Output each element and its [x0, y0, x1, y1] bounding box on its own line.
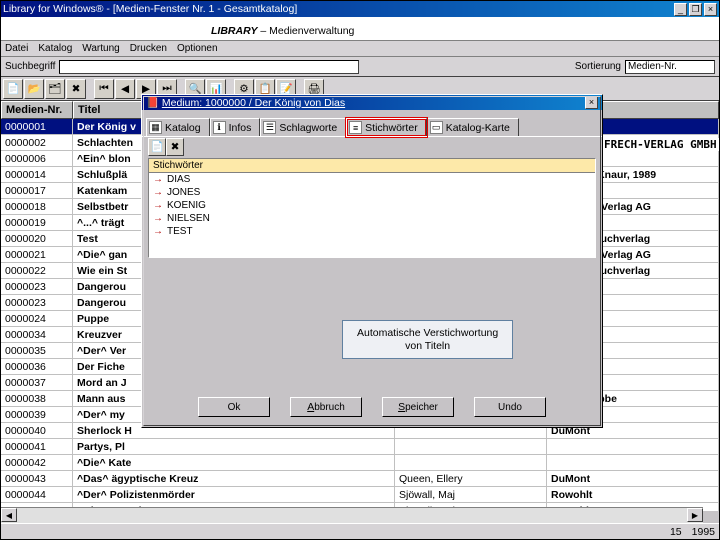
medium-dialog: 📕 Medium: 1000000 / Der König von Dias ×…	[141, 94, 603, 428]
table-row[interactable]: 0000041Partys, Pl	[1, 439, 719, 455]
statusbar: 15 1995	[1, 523, 719, 539]
col-medien-nr[interactable]: Medien-Nr.	[1, 101, 73, 119]
menu-datei[interactable]: Datei	[5, 43, 28, 54]
callout-line2: von Titeln	[357, 340, 498, 353]
menubar: Datei Katalog Wartung Drucken Optionen	[1, 41, 719, 57]
scroll-left-icon[interactable]: ◀	[1, 508, 17, 522]
tab-stichwoerter[interactable]: ≡Stichwörter	[346, 118, 427, 136]
titlebar: Library for Windows® - [Medien-Fenster N…	[1, 1, 719, 17]
keyword-item[interactable]: JONES	[149, 186, 595, 199]
first-icon[interactable]: ⏮	[94, 79, 114, 99]
table-row[interactable]: 0000044^Der^ PolizistenmörderSjöwall, Ma…	[1, 487, 719, 503]
keywords-list[interactable]: DIASJONESKOENIGNIELSENTEST	[149, 173, 595, 238]
app-window: Library for Windows® - [Medien-Fenster N…	[0, 0, 720, 540]
keyword-item[interactable]: TEST	[149, 225, 595, 238]
window-title: Library for Windows® - [Medien-Fenster N…	[3, 3, 297, 15]
tab-katalogkarte[interactable]: ▭Katalog-Karte	[427, 118, 519, 136]
abbruch-button[interactable]: Abbruch	[290, 397, 362, 417]
dialog-close-button[interactable]: ×	[585, 96, 598, 109]
sort-field[interactable]	[625, 60, 715, 74]
dialog-title-bar[interactable]: 📕 Medium: 1000000 / Der König von Dias ×	[142, 95, 602, 110]
card-icon[interactable]: 🗂	[45, 79, 65, 99]
table-row[interactable]: 0000043^Das^ ägyptische KreuzQueen, Elle…	[1, 471, 719, 487]
delete-icon[interactable]: ✖	[66, 79, 86, 99]
search-row: Suchbegriff Sortierung	[1, 57, 719, 77]
close-button[interactable]: ×	[704, 3, 717, 16]
callout: Automatische Verstichwortung von Titeln	[342, 320, 513, 359]
dialog-tabs: ▦Katalog ℹInfos ☰Schlagworte ≡Stichwörte…	[142, 114, 602, 136]
h-scrollbar[interactable]: ◀ ▶	[1, 507, 703, 523]
search-input[interactable]	[59, 60, 359, 74]
undo-button[interactable]: Undo	[474, 397, 546, 417]
table-row[interactable]: 0000042^Die^ Kate	[1, 455, 719, 471]
maximize-button[interactable]: ❐	[689, 3, 702, 16]
tab-schlagworte[interactable]: ☰Schlagworte	[260, 118, 346, 136]
tab-infos[interactable]: ℹInfos	[210, 118, 261, 136]
speicher-button[interactable]: Speicher	[382, 397, 454, 417]
scroll-right-icon[interactable]: ▶	[687, 508, 703, 522]
new-icon[interactable]: 📄	[3, 79, 23, 99]
keyword-item[interactable]: DIAS	[149, 173, 595, 186]
keywords-header: Stichwörter	[149, 159, 595, 173]
keywords-panel: Stichwörter DIASJONESKOENIGNIELSENTEST	[148, 158, 596, 258]
menu-optionen[interactable]: Optionen	[177, 43, 218, 54]
ok-button[interactable]: Ok	[198, 397, 270, 417]
minimize-button[interactable]: _	[674, 3, 687, 16]
dialog-delete-icon[interactable]: ✖	[166, 138, 184, 156]
dialog-toolbar: 📄 ✖	[142, 136, 602, 156]
keyword-item[interactable]: KOENIG	[149, 199, 595, 212]
dialog-title: Medium: 1000000 / Der König von Dias	[162, 97, 345, 109]
banner-text: LIBRARY – Medienverwaltung	[211, 18, 354, 39]
search-label: Suchbegriff	[5, 61, 55, 72]
verlag-overflow: FRECH-VERLAG GMBH	[602, 138, 719, 151]
keyword-item[interactable]: NIELSEN	[149, 212, 595, 225]
tab-katalog[interactable]: ▦Katalog	[146, 118, 210, 136]
status-2: 1995	[692, 526, 715, 538]
prev-icon[interactable]: ◀	[115, 79, 135, 99]
callout-line1: Automatische Verstichwortung	[357, 327, 498, 340]
open-icon[interactable]: 📂	[24, 79, 44, 99]
banner: LIBRARY – Medienverwaltung	[1, 17, 719, 41]
sort-label: Sortierung	[575, 61, 621, 72]
menu-wartung[interactable]: Wartung	[82, 43, 119, 54]
menu-katalog[interactable]: Katalog	[38, 43, 72, 54]
menu-drucken[interactable]: Drucken	[130, 43, 167, 54]
dialog-buttons: Ok Abbruch Speicher Undo	[142, 397, 602, 421]
dialog-new-icon[interactable]: 📄	[148, 138, 166, 156]
status-1: 15	[670, 526, 682, 538]
